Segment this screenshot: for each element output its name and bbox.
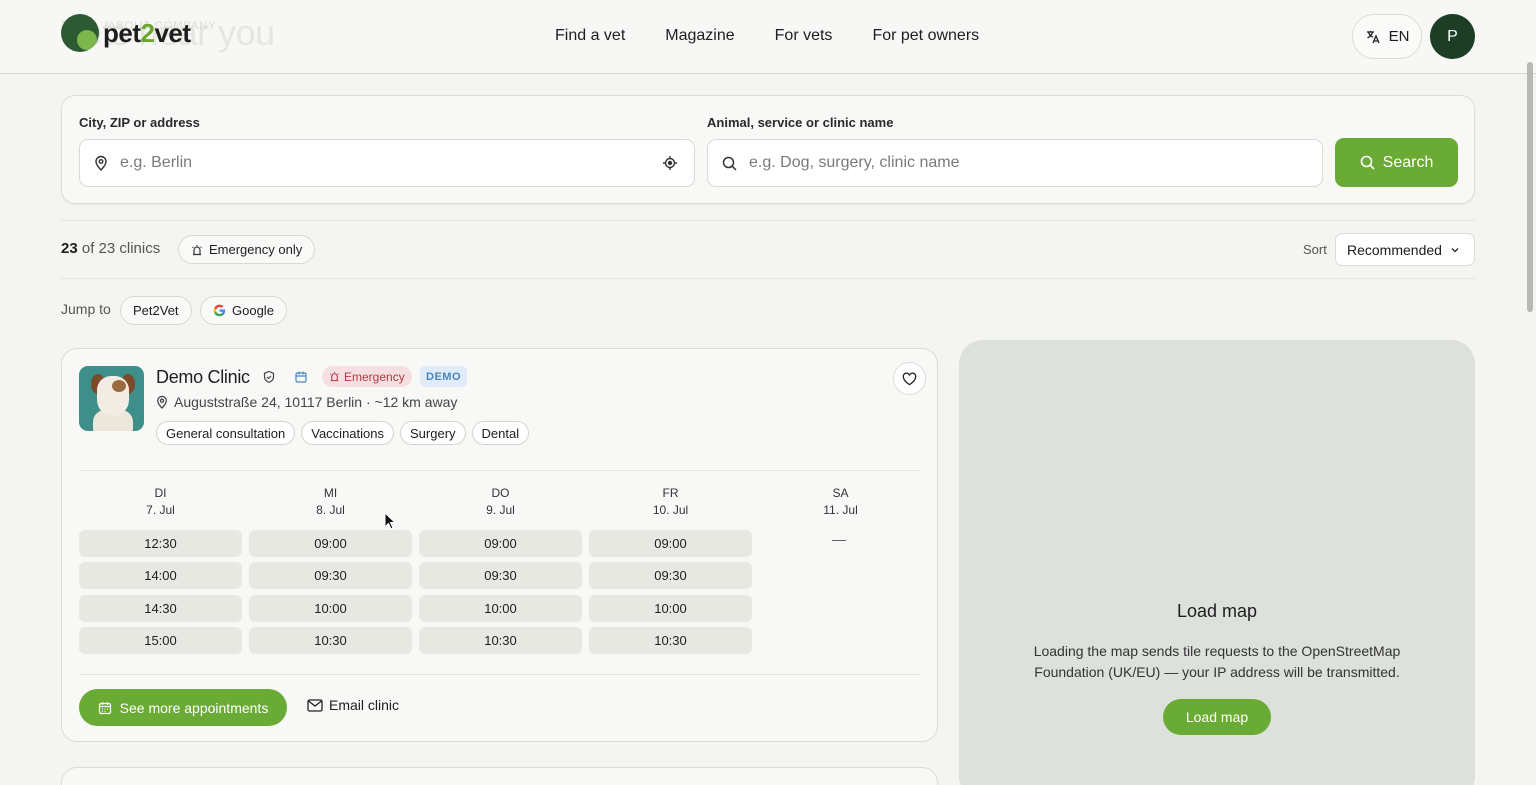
appointment-slot[interactable]: 09:00 <box>249 530 412 557</box>
appointment-slot[interactable]: 10:30 <box>249 627 412 654</box>
translate-icon <box>1366 30 1380 43</box>
query-input[interactable]: e.g. Dog, surgery, clinic name <box>707 139 1323 187</box>
verified-shield-icon <box>263 370 275 383</box>
map-pin-icon <box>157 395 167 409</box>
calendar-icon <box>98 701 111 714</box>
map-panel: Load map Loading the map sends tile requ… <box>959 340 1475 785</box>
email-clinic-button[interactable]: Email clinic <box>307 697 399 713</box>
divider <box>61 220 1475 221</box>
divider <box>79 674 921 675</box>
divider <box>79 470 921 471</box>
mouse-cursor-icon <box>384 512 396 530</box>
appointment-slot[interactable]: 10:30 <box>589 627 752 654</box>
day-header: DO 9. Jul <box>486 486 515 517</box>
scrollbar[interactable] <box>1527 62 1533 312</box>
search-button-label: Search <box>1382 153 1434 171</box>
appointment-slot[interactable]: 10:00 <box>589 595 752 622</box>
nav-find-a-vet[interactable]: Find a vet <box>555 27 625 45</box>
sort-select[interactable]: Recommended <box>1335 233 1475 266</box>
clinic-photo[interactable] <box>79 366 144 431</box>
service-tag: Surgery <box>400 421 466 445</box>
service-tag: General consultation <box>156 421 296 445</box>
load-map-button[interactable]: Load map <box>1163 699 1271 735</box>
no-slots-indicator: — <box>832 531 846 547</box>
map-pin-icon <box>95 155 107 171</box>
main-nav: Find a vet Magazine For vets For pet own… <box>555 27 979 45</box>
location-placeholder: e.g. Berlin <box>120 154 193 171</box>
favorite-button[interactable] <box>893 362 926 395</box>
day-header: SA 11. Jul <box>823 486 858 517</box>
emergency-filter-label: Emergency only <box>209 242 303 257</box>
nav-magazine[interactable]: Magazine <box>665 27 734 45</box>
map-title: Load map <box>1176 601 1258 621</box>
siren-icon <box>330 371 339 382</box>
language-button[interactable]: EN <box>1352 14 1422 59</box>
appointment-slot[interactable]: 15:00 <box>79 627 242 654</box>
search-card: City, ZIP or address e.g. Berlin Animal,… <box>61 95 1475 204</box>
search-button[interactable]: Search <box>1335 138 1458 187</box>
emergency-badge: Emergency <box>322 366 412 387</box>
appointment-slot[interactable]: 14:30 <box>79 595 242 622</box>
heart-icon <box>902 371 917 385</box>
location-label: City, ZIP or address <box>79 115 200 130</box>
demo-badge: DEMO <box>420 366 467 387</box>
location-input[interactable]: e.g. Berlin <box>79 139 695 187</box>
service-tag: Vaccinations <box>301 421 394 445</box>
query-placeholder: e.g. Dog, surgery, clinic name <box>749 154 960 171</box>
language-label: EN <box>1388 28 1410 45</box>
clinic-name[interactable]: Demo Clinic <box>156 367 250 388</box>
clinic-address: Auguststraße 24, 10117 Berlin · ~12 km a… <box>156 394 457 410</box>
logo-text: pet2vet <box>103 17 191 48</box>
appointment-slot[interactable]: 09:00 <box>589 530 752 557</box>
chevron-down-icon <box>1451 247 1459 252</box>
nav-for-vets[interactable]: For vets <box>775 27 833 45</box>
emergency-filter-toggle[interactable]: Emergency only <box>178 235 316 264</box>
see-more-appointments-button[interactable]: See more appointments <box>79 689 287 726</box>
mail-icon <box>307 698 323 712</box>
divider <box>61 278 1475 279</box>
day-header: FR 10. Jul <box>652 486 689 517</box>
appointment-slot[interactable]: 09:30 <box>249 562 412 589</box>
appointment-slot[interactable]: 09:30 <box>589 562 752 589</box>
appointment-slot[interactable]: 12:30 <box>79 530 242 557</box>
search-icon <box>722 156 737 171</box>
appointment-slot[interactable]: 09:30 <box>419 562 582 589</box>
appointment-slot[interactable]: 10:30 <box>419 627 582 654</box>
clinic-card: Demo Clinic Emergency DEMO Auguststraße … <box>61 348 938 742</box>
day-header: DI 7. Jul <box>146 486 175 517</box>
google-icon <box>213 304 226 317</box>
locate-me-icon[interactable] <box>662 155 678 171</box>
siren-icon <box>192 244 202 255</box>
site-header: Vets near you ABOUT COMPANY pet2vet Find… <box>0 0 1536 74</box>
sort-label: Sort <box>1303 242 1327 257</box>
map-privacy-notice: Loading the map sends tile requests to t… <box>1033 643 1401 680</box>
service-tags: General consultation Vaccinations Surger… <box>156 421 530 445</box>
query-label: Animal, service or clinic name <box>707 115 894 130</box>
jump-link-pet2vet[interactable]: Pet2Vet <box>120 296 192 325</box>
service-tag: Dental <box>471 421 530 445</box>
logo[interactable]: pet2vet <box>61 14 191 52</box>
jump-to-label: Jump to <box>61 301 111 317</box>
appointment-slot[interactable]: 10:00 <box>249 595 412 622</box>
search-icon <box>1360 155 1375 170</box>
clinic-card-next <box>61 767 938 785</box>
nav-for-pet-owners[interactable]: For pet owners <box>872 27 979 45</box>
online-booking-calendar-icon <box>295 371 307 383</box>
logo-icon <box>61 14 99 52</box>
user-avatar[interactable]: P <box>1430 14 1475 59</box>
appointment-slot[interactable]: 09:00 <box>419 530 582 557</box>
jump-link-google[interactable]: Google <box>200 296 287 325</box>
sort-value: Recommended <box>1347 241 1442 258</box>
appointment-slot[interactable]: 10:00 <box>419 595 582 622</box>
results-count: 23 of 23 clinics <box>61 240 161 257</box>
appointment-slot[interactable]: 14:00 <box>79 562 242 589</box>
